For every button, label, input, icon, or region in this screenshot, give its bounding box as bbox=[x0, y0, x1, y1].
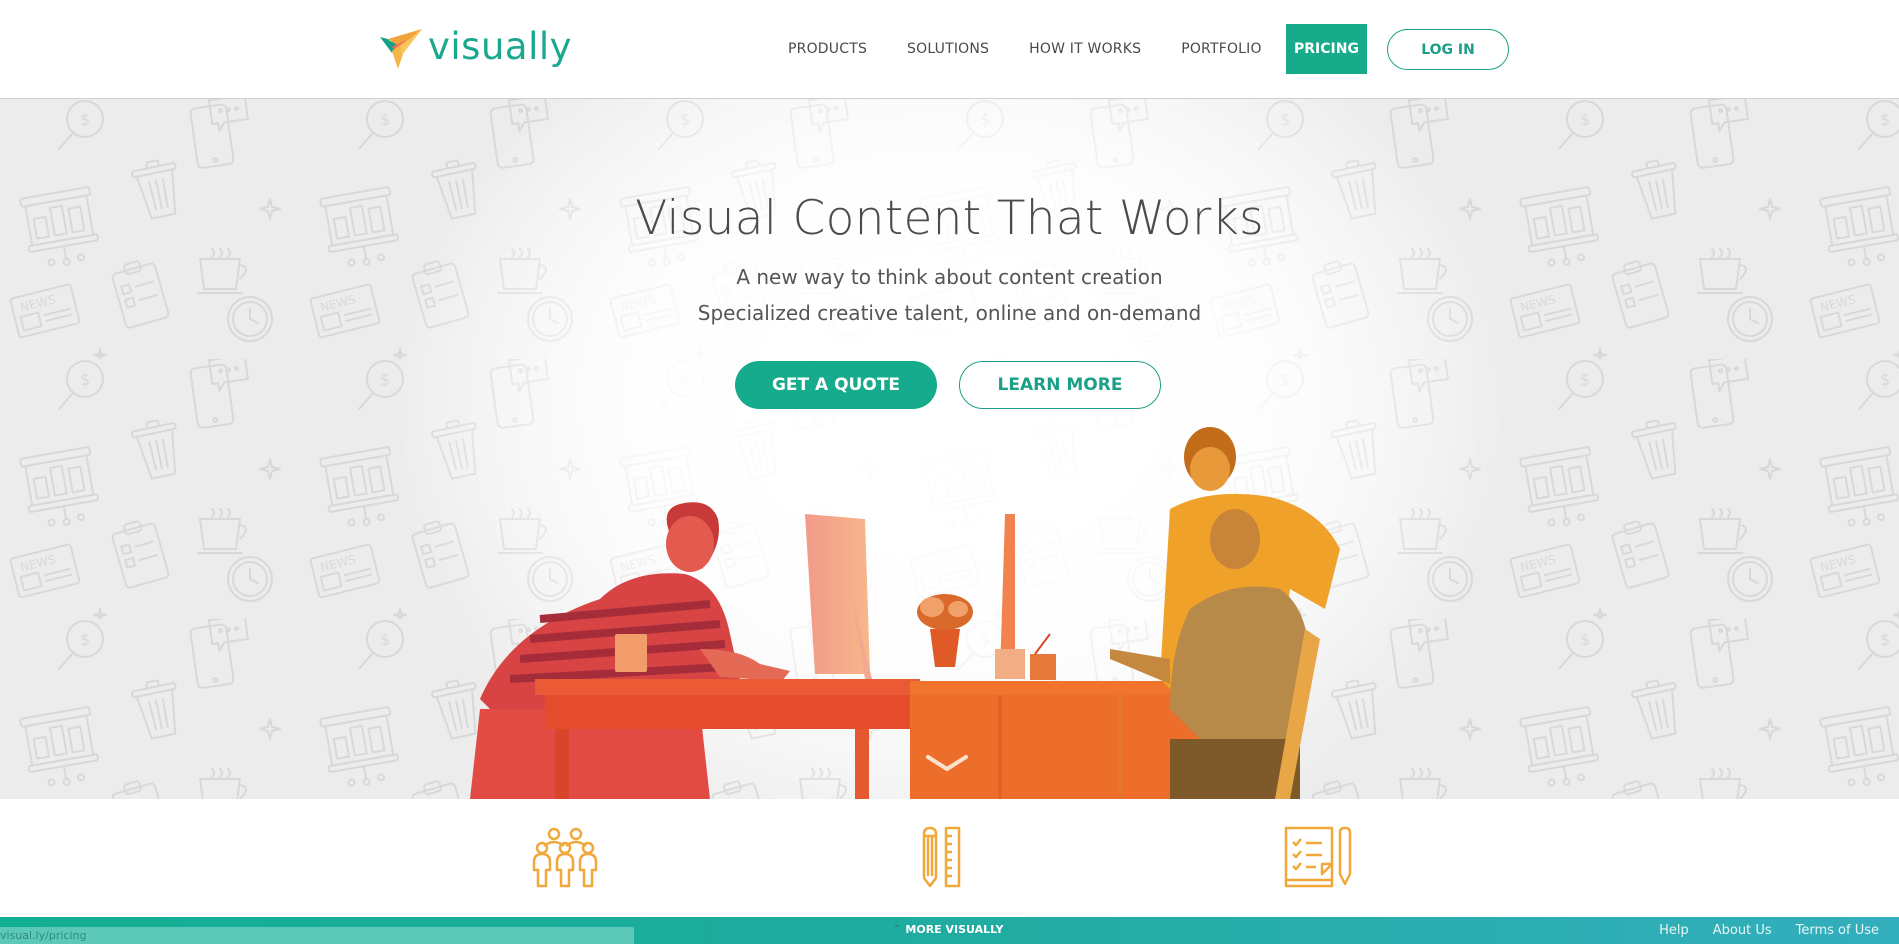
hero-title: Visual Content That Works bbox=[635, 191, 1264, 246]
more-visually-toggle[interactable]: ⌃ MORE VISUALLY bbox=[893, 923, 1003, 936]
get-a-quote-button[interactable]: GET A QUOTE bbox=[735, 361, 937, 409]
learn-more-button[interactable]: LEARN MORE bbox=[959, 361, 1161, 409]
desk-right bbox=[910, 681, 1210, 799]
monitor-2 bbox=[995, 514, 1056, 680]
hero-subtitle-line1: A new way to think about content creatio… bbox=[736, 265, 1163, 289]
nav-portfolio[interactable]: PORTFOLIO bbox=[1181, 41, 1262, 57]
logo-link[interactable]: visually bbox=[378, 24, 572, 72]
login-button[interactable]: LOG IN bbox=[1387, 29, 1509, 70]
nav-how-it-works[interactable]: HOW IT WORKS bbox=[1029, 41, 1141, 57]
visually-logo-icon bbox=[380, 29, 422, 69]
site-header: visually PRODUCTS SOLUTIONS HOW IT WORKS… bbox=[0, 0, 1899, 99]
scroll-down-chevron-icon[interactable] bbox=[924, 751, 970, 777]
footer-links: Help About Us Terms of Use bbox=[1635, 923, 1879, 938]
logo-text: visually bbox=[428, 24, 573, 68]
hero-subtitle-line2: Specialized creative talent, online and … bbox=[697, 301, 1202, 325]
nav-pricing-button[interactable]: PRICING bbox=[1286, 24, 1367, 74]
features-section bbox=[0, 799, 1899, 917]
footer-bar: visual.ly/pricing ⌃ MORE VISUALLY Help A… bbox=[0, 917, 1899, 944]
pencil-ruler-icon bbox=[922, 826, 961, 888]
nav-products[interactable]: PRODUCTS bbox=[788, 41, 867, 57]
footer-link-terms-of-use[interactable]: Terms of Use bbox=[1796, 923, 1879, 938]
main-nav: PRODUCTS SOLUTIONS HOW IT WORKS PORTFOLI… bbox=[768, 24, 1282, 74]
browser-status-url: visual.ly/pricing bbox=[0, 927, 634, 944]
hero-section: NEWS bbox=[0, 99, 1899, 799]
person-left bbox=[470, 502, 790, 799]
hero-team-photo bbox=[470, 427, 1340, 799]
plant bbox=[917, 594, 973, 667]
checklist-pen-icon bbox=[1284, 826, 1352, 888]
footer-link-help[interactable]: Help bbox=[1659, 923, 1689, 938]
more-visually-label: MORE VISUALLY bbox=[905, 923, 1004, 936]
monitor-1 bbox=[805, 514, 872, 679]
footer-link-about-us[interactable]: About Us bbox=[1713, 923, 1772, 938]
people-group-icon bbox=[532, 827, 598, 888]
nav-solutions[interactable]: SOLUTIONS bbox=[907, 41, 989, 57]
double-chevron-up-icon: ⌃ bbox=[893, 924, 902, 935]
